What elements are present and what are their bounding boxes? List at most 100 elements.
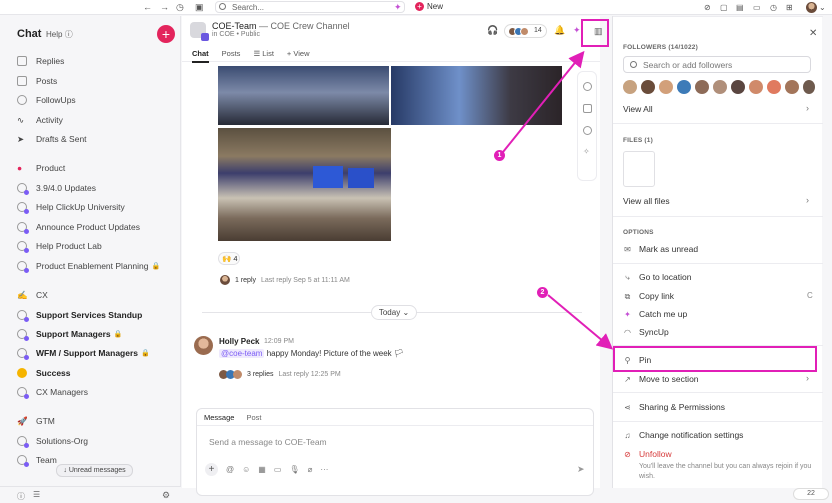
- more-icon[interactable]: ···: [320, 465, 328, 474]
- ai-sparkle-icon[interactable]: ✦: [394, 2, 402, 13]
- follower-avatar[interactable]: [641, 80, 655, 94]
- channel-title[interactable]: COE-Team — COE Crew Channel: [212, 21, 350, 31]
- document-icon[interactable]: ▤: [736, 3, 744, 12]
- unfollow-option[interactable]: ⊘ Unfollow: [623, 449, 671, 459]
- sidebar-channel[interactable]: Team: [17, 453, 57, 467]
- today-pill[interactable]: Today ⌄: [371, 305, 417, 320]
- tasks-icon[interactable]: ▢: [720, 3, 728, 12]
- close-icon[interactable]: ✕: [809, 28, 817, 39]
- notification-count-badge[interactable]: 22: [793, 488, 829, 500]
- video-icon[interactable]: ▭: [753, 3, 761, 12]
- new-button[interactable]: + New: [415, 2, 443, 11]
- reaction-chip[interactable]: 🙌 4: [218, 252, 240, 265]
- event-photo[interactable]: [218, 66, 389, 125]
- send-icon[interactable]: ➤: [577, 464, 585, 475]
- view-all-files-link[interactable]: View all files: [623, 196, 670, 206]
- follower-avatar[interactable]: [803, 80, 815, 94]
- sidebar-channel[interactable]: Product Enablement Planning 🔒: [17, 259, 160, 273]
- members-pill[interactable]: 14: [504, 24, 547, 38]
- tab-add-view[interactable]: + View: [287, 49, 310, 63]
- file-thumbnail[interactable]: [623, 151, 655, 187]
- sidebar-item-followups[interactable]: FollowUps: [17, 93, 76, 107]
- event-photo[interactable]: [218, 128, 391, 241]
- add-icon[interactable]: +: [205, 463, 218, 476]
- layout-icon[interactable]: ☰: [33, 490, 40, 499]
- sidebar-channel[interactable]: Solutions-Org: [17, 434, 88, 448]
- thread-replies[interactable]: 1 reply Last reply Sep 5 at 11:11 AM: [220, 275, 350, 285]
- follower-avatar[interactable]: [731, 80, 745, 94]
- forward-icon[interactable]: →: [160, 2, 169, 12]
- tab-message[interactable]: Message: [204, 413, 234, 422]
- view-all-followers-link[interactable]: View All: [623, 104, 653, 114]
- mention[interactable]: @coe-team: [219, 349, 265, 358]
- bell-icon[interactable]: 🔔: [554, 25, 565, 36]
- emoji-icon[interactable]: ☺: [242, 465, 250, 474]
- sidebar-group-gtm[interactable]: 🚀 GTM: [17, 414, 55, 428]
- search-icon[interactable]: [583, 82, 592, 91]
- sidebar-channel[interactable]: WFM / Support Managers 🔒: [17, 346, 150, 360]
- sidebar-channel[interactable]: 3.9/4.0 Updates: [17, 181, 96, 195]
- message-author-avatar[interactable]: [194, 336, 213, 355]
- sidebar-channel[interactable]: Support Managers 🔒: [17, 327, 122, 341]
- follower-avatar[interactable]: [785, 80, 799, 94]
- sidebar-group-cx[interactable]: ✍ CX: [17, 288, 48, 302]
- sidebar-channel[interactable]: Announce Product Updates: [17, 220, 140, 234]
- tab-posts[interactable]: Posts: [222, 49, 241, 63]
- sidebar-item-drafts[interactable]: ➤ Drafts & Sent: [17, 132, 87, 146]
- sidebar-item-activity[interactable]: ∿ Activity: [17, 113, 63, 127]
- tab-post[interactable]: Post: [246, 413, 261, 422]
- microphone-icon[interactable]: 🎙: [289, 465, 299, 474]
- help-link[interactable]: Help ⓘ: [46, 29, 73, 40]
- follower-avatar[interactable]: [767, 80, 781, 94]
- move-to-section-option[interactable]: ↗ Move to section: [623, 374, 698, 384]
- syncup-option[interactable]: ◠ SyncUp: [623, 327, 669, 337]
- search-input[interactable]: Search...: [215, 1, 405, 13]
- sidebar-group-product[interactable]: ● Product: [17, 161, 65, 175]
- ai-sparkle-icon[interactable]: ✦: [573, 25, 581, 36]
- follower-avatar[interactable]: [677, 80, 691, 94]
- unread-messages-pill[interactable]: ↓ Unread messages: [56, 464, 133, 477]
- user-avatar[interactable]: [806, 2, 817, 13]
- follower-avatar[interactable]: [623, 80, 637, 94]
- help-circle-icon[interactable]: ⓘ: [17, 491, 25, 502]
- comment-icon[interactable]: [583, 104, 592, 113]
- new-chat-button[interactable]: +: [157, 25, 175, 43]
- notification-settings-option[interactable]: ♫ Change notification settings: [623, 430, 744, 440]
- sidebar-channel[interactable]: Help Product Lab: [17, 239, 102, 253]
- calendar-icon[interactable]: ▣: [195, 2, 204, 13]
- video-icon[interactable]: ▭: [274, 465, 282, 474]
- sharing-permissions-option[interactable]: ⋖ Sharing & Permissions: [623, 402, 725, 412]
- follower-avatar[interactable]: [713, 80, 727, 94]
- follower-avatar[interactable]: [659, 80, 673, 94]
- apps-icon[interactable]: ⊞: [786, 3, 793, 12]
- message-author[interactable]: Holly Peck: [219, 337, 259, 346]
- go-to-location-option[interactable]: ⤷ Go to location: [623, 272, 691, 282]
- message-input[interactable]: Send a message to COE-Team: [209, 437, 327, 447]
- at-mention-icon[interactable]: @: [226, 465, 234, 474]
- tab-list[interactable]: ☰ List: [253, 49, 273, 63]
- event-photo[interactable]: [391, 66, 562, 125]
- sidebar-item-replies[interactable]: Replies: [17, 54, 64, 68]
- message-replies[interactable]: 3 replies Last reply 12:25 PM: [219, 370, 341, 379]
- settings-gear-icon[interactable]: ⚙: [162, 490, 170, 501]
- followers-search-input[interactable]: Search or add followers: [623, 56, 811, 73]
- sparkle-icon[interactable]: ✧: [583, 147, 590, 156]
- mark-unread-option[interactable]: ✉ Mark as unread: [623, 244, 698, 254]
- timer-icon[interactable]: ◷: [770, 3, 777, 12]
- follower-avatar[interactable]: [749, 80, 763, 94]
- follower-avatar[interactable]: [695, 80, 709, 94]
- history-icon[interactable]: ◷: [176, 2, 184, 13]
- headphones-icon[interactable]: 🎧: [487, 25, 498, 36]
- check-circle-icon[interactable]: ⊘: [704, 3, 711, 12]
- sidebar-channel[interactable]: CX Managers: [17, 385, 88, 399]
- attachment-icon[interactable]: ⌀: [308, 465, 313, 474]
- catch-me-up-option[interactable]: ✦ Catch me up: [623, 309, 687, 319]
- sidebar-item-posts[interactable]: Posts: [17, 74, 57, 88]
- tab-chat[interactable]: Chat: [192, 49, 209, 63]
- sidebar-channel[interactable]: Help ClickUp University: [17, 200, 125, 214]
- copy-link-option[interactable]: ⧉ Copy link: [623, 291, 674, 301]
- check-icon[interactable]: [583, 126, 592, 135]
- sidebar-channel[interactable]: Support Services Standup: [17, 308, 142, 322]
- sidebar-channel[interactable]: Success: [17, 366, 71, 380]
- chevron-down-icon[interactable]: ⌄: [819, 3, 826, 12]
